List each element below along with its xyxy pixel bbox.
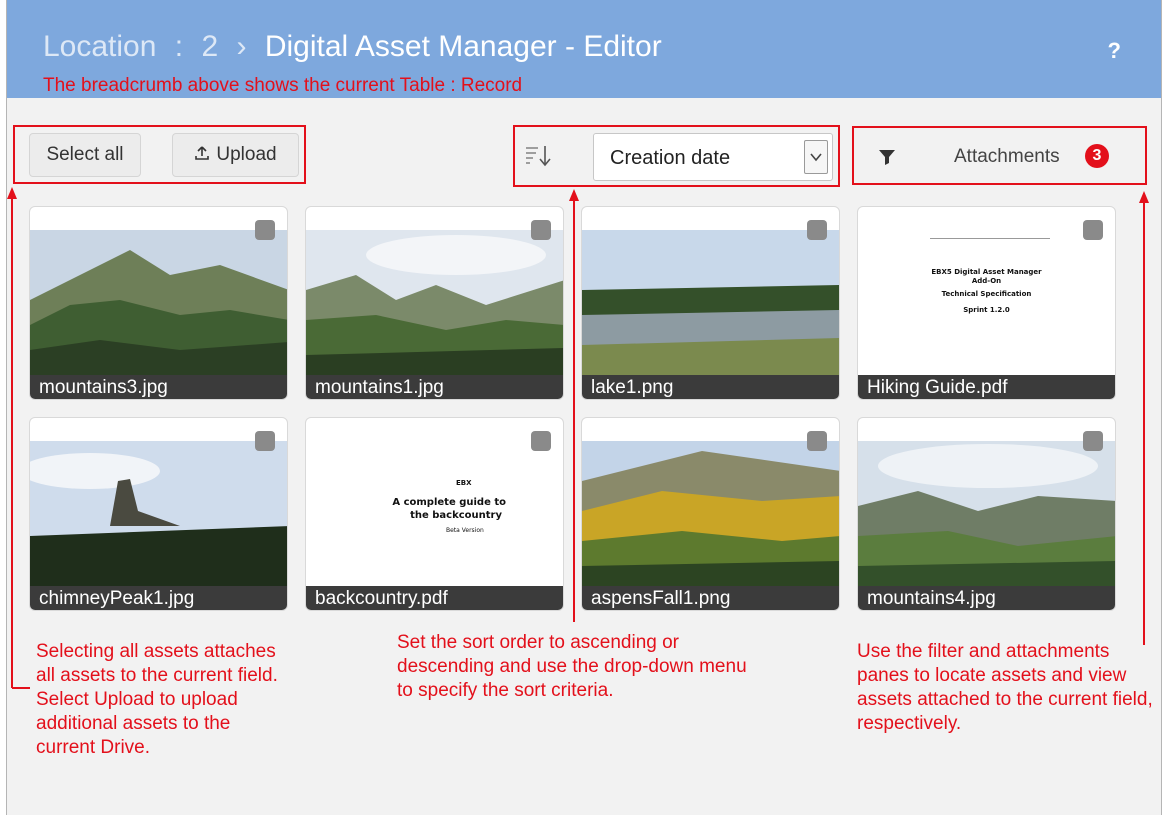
pdf-preview: EBX5 Digital Asset Manager Add-On Techni… [858, 230, 1115, 376]
note-sort: Set the sort order to ascending or desce… [397, 632, 747, 701]
asset-card[interactable]: chimneyPeak1.jpg [29, 417, 288, 611]
asset-card[interactable]: mountains1.jpg [305, 206, 564, 400]
asset-checkbox[interactable] [255, 220, 275, 240]
asset-name: aspensFall1.png [582, 586, 839, 610]
asset-name: Hiking Guide.pdf [858, 375, 1115, 399]
mountains-thumbnail [30, 230, 287, 376]
asset-checkbox[interactable] [1083, 431, 1103, 451]
pdf-thumbnail: EBX5 Digital Asset Manager Add-On Techni… [858, 230, 1115, 376]
breadcrumb: Location : 2 › Digital Asset Manager - E… [43, 30, 662, 64]
pdf-line: Technical Specification [941, 290, 1032, 298]
mountains-thumbnail [858, 441, 1115, 587]
pdf-preview: EBX A complete guide to the backcountry … [306, 441, 563, 587]
asset-checkbox[interactable] [807, 431, 827, 451]
asset-checkbox[interactable] [807, 220, 827, 240]
asset-card[interactable]: mountains3.jpg [29, 206, 288, 400]
asset-checkbox[interactable] [1083, 220, 1103, 240]
pdf-line: A complete guide to [392, 497, 506, 508]
asset-name: mountains1.jpg [306, 375, 563, 399]
asset-name: mountains3.jpg [30, 375, 287, 399]
pdf-line: EBX5 Digital Asset Manager [931, 268, 1042, 276]
breadcrumb-record[interactable]: 2 [201, 30, 218, 63]
asset-card[interactable]: mountains4.jpg [857, 417, 1116, 611]
pdf-line: EBX [456, 479, 472, 487]
help-button[interactable]: ? [1108, 38, 1121, 64]
note-filter-attachments: Use the filter and attachments panes to … [857, 641, 1153, 734]
pdf-line: Beta Version [446, 527, 484, 534]
chevron-right-icon: › [236, 30, 247, 63]
breadcrumb-annotation: The breadcrumb above shows the current T… [43, 75, 523, 96]
asset-name: backcountry.pdf [306, 586, 563, 610]
asset-card[interactable]: EBX5 Digital Asset Manager Add-On Techni… [857, 206, 1116, 400]
chimney-peak-thumbnail [30, 441, 287, 587]
highlight-select-upload [13, 125, 306, 184]
mountains-thumbnail [306, 230, 563, 376]
page-title: Digital Asset Manager - Editor [264, 30, 662, 63]
asset-name: lake1.png [582, 375, 839, 399]
pdf-divider [930, 238, 1050, 239]
asset-checkbox[interactable] [255, 431, 275, 451]
asset-card[interactable]: EBX A complete guide to the backcountry … [305, 417, 564, 611]
pdf-thumbnail: EBX A complete guide to the backcountry … [306, 441, 563, 587]
asset-card[interactable]: lake1.png [581, 206, 840, 400]
asset-checkbox[interactable] [531, 431, 551, 451]
breadcrumb-table[interactable]: Location [43, 30, 156, 63]
asset-name: chimneyPeak1.jpg [30, 586, 287, 610]
breadcrumb-separator: : [174, 30, 184, 63]
asset-card[interactable]: aspensFall1.png [581, 417, 840, 611]
pdf-line: Add-On [971, 277, 1002, 285]
asset-name: mountains4.jpg [858, 586, 1115, 610]
highlight-filter-attachments [852, 126, 1147, 185]
note-select-upload: Selecting all assets attaches all assets… [36, 641, 278, 758]
pdf-line: Sprint 1.2.0 [963, 306, 1010, 314]
aspens-thumbnail [582, 441, 839, 587]
lake-thumbnail [582, 230, 839, 376]
pdf-line: the backcountry [410, 510, 502, 521]
asset-checkbox[interactable] [531, 220, 551, 240]
highlight-sort [513, 125, 840, 187]
